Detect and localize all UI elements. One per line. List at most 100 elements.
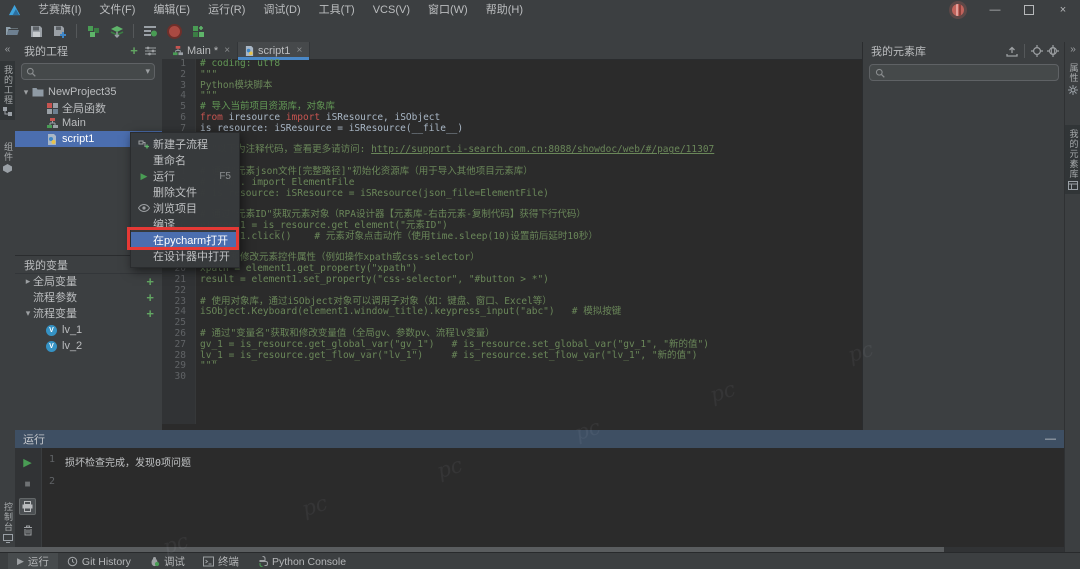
chevron-expanded-icon[interactable]: ▾	[23, 308, 33, 319]
project-tree-icon	[3, 107, 12, 116]
expand-sidebar-button[interactable]: »	[1065, 42, 1080, 55]
record-button[interactable]	[162, 21, 186, 41]
menu-bar-item[interactable]: 艺赛旗(I)	[29, 0, 90, 20]
var-item-lv1[interactable]: V lv_1	[15, 322, 162, 338]
component-store-button[interactable]	[186, 21, 210, 41]
menu-item-browse-project[interactable]: 浏览项目	[131, 200, 239, 216]
run-panel-header[interactable]: 运行 —	[15, 430, 1064, 448]
clear-output-button[interactable]	[19, 522, 36, 539]
menu-bar-item[interactable]: 窗口(W)	[419, 0, 477, 20]
run-config-button[interactable]	[138, 21, 162, 41]
components-button[interactable]	[81, 21, 105, 41]
editor-tab-script1[interactable]: script1 ×	[238, 42, 310, 59]
statusbar-tab-terminal[interactable]: 终端	[194, 553, 248, 569]
sliders-icon	[145, 46, 156, 56]
menu-bar-item[interactable]: 调试(D)	[254, 0, 309, 20]
view-options-button[interactable]	[142, 43, 158, 59]
element-search-input[interactable]	[869, 64, 1059, 81]
menu-bar-item[interactable]: 文件(F)	[90, 0, 144, 20]
var-group-params[interactable]: 流程参数 +	[15, 289, 162, 305]
red-annotation-box	[127, 227, 239, 250]
deploy-package-button[interactable]	[105, 21, 129, 41]
left-activity-strip: « 我的工程 组件 控制台	[0, 42, 16, 569]
close-tab-icon[interactable]: ×	[224, 45, 230, 56]
open-project-button[interactable]	[0, 21, 24, 41]
code-line[interactable]: 3 Python模块脚本	[162, 81, 862, 92]
menu-bar-item[interactable]: 帮助(H)	[477, 0, 532, 20]
var-group-global[interactable]: ▸ 全局变量 +	[15, 273, 162, 289]
menu-item-rename[interactable]: 重命名	[131, 152, 239, 168]
statusbar-tab-python-console[interactable]: Python Console	[248, 553, 355, 569]
menu-bar-item[interactable]: 编辑(E)	[144, 0, 199, 20]
web-capture-button[interactable]	[1045, 43, 1061, 59]
upload-icon	[1006, 45, 1018, 57]
chevron-right-icon[interactable]: ▸	[23, 276, 33, 287]
variables-panel: 我的变量 ▸ 全局变量 + 流程参数 + ▾ 流程变量 + V lv_1 V l…	[15, 255, 163, 431]
code-line[interactable]: 28 lv_1 = is_resource.get_flow_var("lv_1…	[162, 351, 862, 362]
menu-item-new-subflow[interactable]: 新建子流程	[131, 136, 239, 152]
element-library-panel: 我的元素库	[862, 42, 1065, 430]
project-search-input[interactable]: ▾	[21, 63, 155, 80]
add-param-button[interactable]: +	[146, 291, 154, 304]
line-code: """	[195, 361, 217, 372]
stop-button[interactable]: ■	[19, 476, 36, 493]
sidebar-tab-element-library[interactable]: 我的元素库	[1065, 125, 1080, 194]
save-button[interactable]	[24, 21, 48, 41]
chevron-expanded-icon[interactable]: ▾	[21, 87, 31, 98]
restore-button[interactable]	[1012, 0, 1046, 20]
element-panel-header: 我的元素库	[863, 42, 1065, 59]
close-button[interactable]: ×	[1046, 0, 1080, 20]
printer-icon	[22, 501, 33, 512]
tree-item-project-root[interactable]: ▾ NewProject35	[15, 84, 162, 100]
minimize-panel-button[interactable]: —	[1045, 433, 1056, 445]
debug-bug-icon	[149, 556, 160, 567]
sidebar-tab-console[interactable]: 控制台	[0, 498, 15, 547]
capture-element-button[interactable]	[1029, 43, 1045, 59]
add-flow-var-button[interactable]: +	[146, 307, 154, 320]
tree-item-global-functions[interactable]: 全局函数	[15, 100, 162, 116]
sidebar-tab-components[interactable]: 组件	[0, 138, 15, 177]
code-line[interactable]: 7 is_resource: iSResource = iSResource(_…	[162, 124, 862, 135]
collapse-sidebar-button[interactable]: «	[0, 42, 15, 55]
code-line[interactable]: 1 # coding: utf8	[162, 59, 862, 70]
code-line[interactable]: 21 result = element1.set_property("css-s…	[162, 275, 862, 286]
code-editor[interactable]: 1 # coding: utf8 2 """ 3 Python模块脚本 4 ""…	[162, 59, 862, 424]
code-line[interactable]: 29 """	[162, 361, 862, 372]
toolbar-separator	[1024, 44, 1025, 58]
menu-bar-item[interactable]: 工具(T)	[310, 0, 364, 20]
code-line[interactable]: 13 # is_resource: iSResource = iSResourc…	[162, 189, 862, 200]
sidebar-tab-my-project[interactable]: 我的工程	[0, 61, 15, 120]
code-line[interactable]: 9 """以下为注释代码，查看更多请访问: http://support.i-s…	[162, 145, 862, 156]
menu-item-open-in-designer[interactable]: 在设计器中打开	[131, 248, 239, 264]
print-output-button[interactable]	[19, 498, 36, 515]
var-item-lv2[interactable]: V lv_2	[15, 338, 162, 354]
close-tab-icon[interactable]: ×	[296, 45, 302, 56]
tree-item-main-flow[interactable]: Main	[15, 115, 162, 131]
menu-item-run[interactable]: ▶ 运行 F5	[131, 168, 239, 184]
line-number: 22	[162, 286, 195, 297]
var-group-flow[interactable]: ▾ 流程变量 +	[15, 305, 162, 321]
minimize-button[interactable]: —	[978, 0, 1012, 20]
statusbar-tab-debug[interactable]: 调试	[140, 553, 194, 569]
notification-gift-icon[interactable]	[952, 4, 964, 16]
trash-icon	[23, 525, 33, 536]
line-number: 30	[162, 372, 195, 383]
add-flow-button[interactable]: +	[126, 43, 142, 59]
line-number: 6	[162, 113, 195, 124]
menu-item-delete-file[interactable]: 删除文件	[131, 184, 239, 200]
save-as-button[interactable]	[48, 21, 72, 41]
statusbar-tab-run[interactable]: ▶ 运行	[8, 553, 58, 569]
code-line[interactable]: 30	[162, 372, 862, 383]
code-line[interactable]: 24 iSObject.Keyboard(element1.window_tit…	[162, 307, 862, 318]
chevron-down-icon[interactable]: ▾	[145, 66, 150, 77]
folder-open-icon	[5, 25, 20, 37]
sidebar-tab-properties[interactable]: 属性	[1065, 59, 1080, 99]
editor-tab-main[interactable]: Main * ×	[166, 42, 238, 59]
statusbar-tab-git-history[interactable]: Git History	[58, 553, 140, 569]
menu-bar-item[interactable]: 运行(R)	[199, 0, 254, 20]
import-elements-button[interactable]	[1004, 43, 1020, 59]
rerun-button[interactable]: ▶	[19, 454, 36, 471]
code-line[interactable]: 17 element1.click() # 元素对象点击动作（使用time.sl…	[162, 232, 862, 243]
add-global-var-button[interactable]: +	[146, 275, 154, 288]
menu-bar-item[interactable]: VCS(V)	[364, 0, 419, 20]
